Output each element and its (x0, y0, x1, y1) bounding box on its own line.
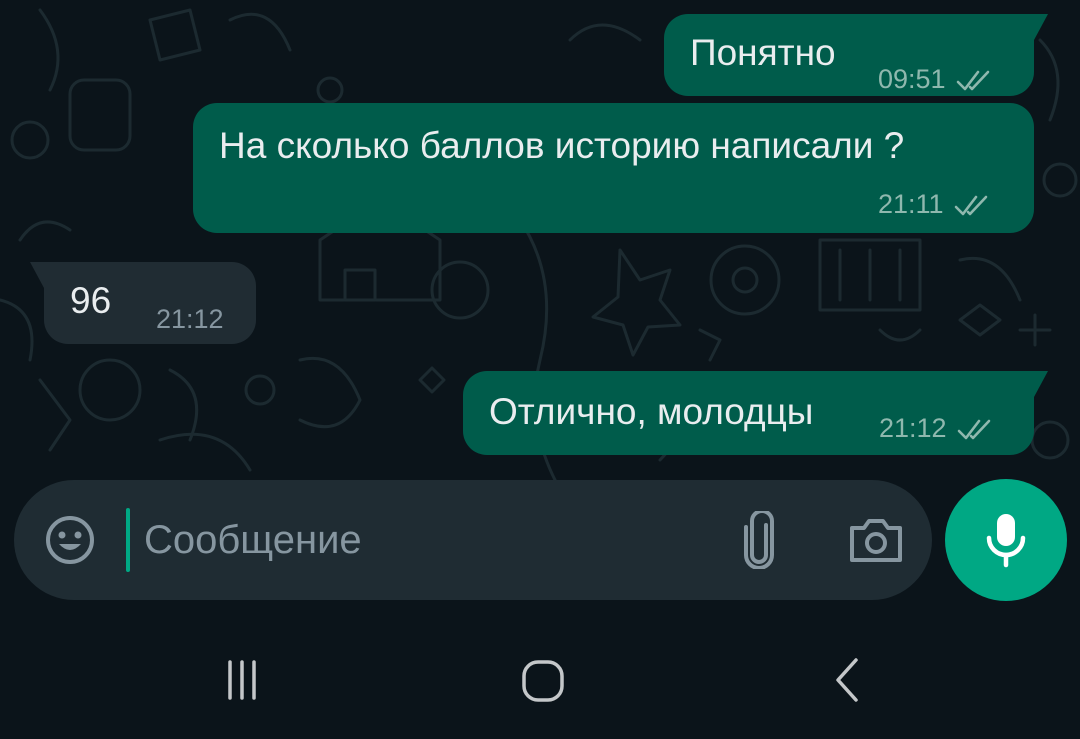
outgoing-message[interactable]: Отлично, молодцы 21:12 (463, 371, 1048, 455)
bubble-tail (30, 262, 58, 288)
system-navigation-bar (0, 612, 1080, 739)
message-text: Отлично, молодцы (489, 391, 814, 432)
home-icon[interactable] (510, 648, 576, 714)
read-ticks-icon (954, 195, 987, 215)
attach-icon[interactable] (734, 510, 784, 570)
message-text: На сколько баллов историю написали ? (219, 125, 905, 166)
recent-apps-icon[interactable] (212, 650, 272, 710)
emoji-icon[interactable] (42, 512, 98, 568)
message-time: 21:11 (878, 189, 944, 219)
message-time: 09:51 (878, 64, 946, 94)
message-text: 96 (70, 280, 112, 321)
text-cursor (126, 508, 130, 572)
message-text: Понятно (690, 32, 836, 73)
outgoing-message[interactable]: На сколько баллов историю написали ? 21:… (193, 103, 1034, 233)
message-input[interactable] (130, 510, 704, 570)
message-meta: 21:12 (156, 304, 224, 335)
incoming-message[interactable]: 96 21:12 (30, 262, 256, 344)
voice-message-button[interactable] (945, 479, 1067, 601)
microphone-icon (984, 512, 1028, 568)
bubble-tail (1020, 14, 1048, 40)
message-meta: 09:51 (878, 64, 996, 95)
read-ticks-icon (956, 70, 989, 90)
message-time: 21:12 (156, 304, 224, 334)
read-ticks-icon (957, 419, 990, 439)
message-time: 21:12 (879, 413, 947, 443)
outgoing-message[interactable]: Понятно 09:51 (664, 14, 1048, 96)
bubble-tail (1020, 371, 1048, 397)
message-meta: 21:12 (879, 413, 997, 444)
back-icon[interactable] (818, 650, 878, 710)
message-meta: 21:11 (878, 189, 994, 220)
message-composer (14, 480, 932, 600)
camera-icon[interactable] (844, 512, 908, 568)
